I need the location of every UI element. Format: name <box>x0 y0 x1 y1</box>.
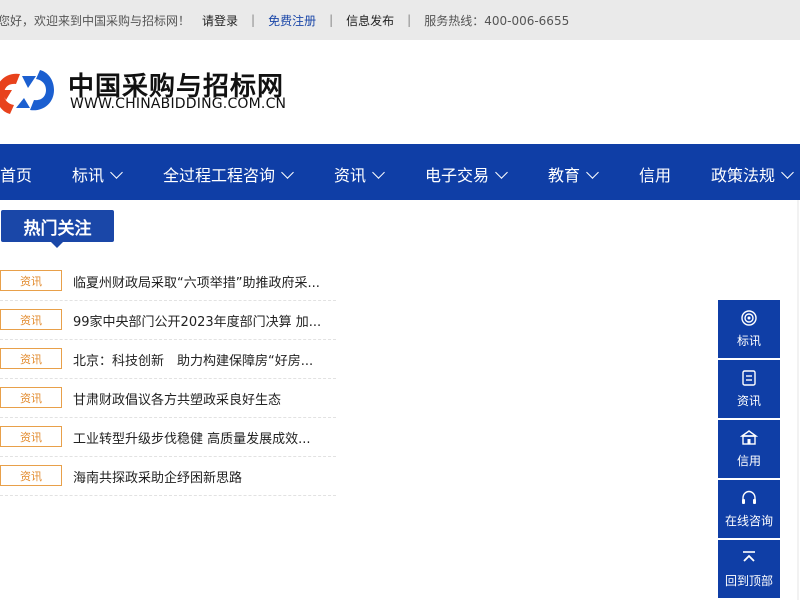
float-button-consult[interactable]: 在线咨询 <box>718 480 780 538</box>
category-badge: 资讯 <box>0 387 62 408</box>
category-badge: 资讯 <box>0 270 62 291</box>
list-item[interactable]: 资讯 海南共探政采助企纾困新思路 <box>0 457 336 496</box>
logo-mark-icon <box>0 70 54 114</box>
nav-item-label: 首页 <box>0 166 33 185</box>
news-title-link[interactable]: 临夏州财政局采取“六项举措”助推政府采... <box>73 272 335 291</box>
nav-item-consulting[interactable]: 全过程工程咨询 <box>163 162 294 186</box>
hotline-text: 服务热线：400-006-6655 <box>424 13 570 28</box>
nav-item-credit[interactable]: 信用 <box>639 162 671 186</box>
logo-title-en: WWW.CHINABIDDING.COM.CN <box>70 96 287 112</box>
nav-item-label: 资讯 <box>334 166 367 185</box>
news-title-link[interactable]: 北京：科技创新 助力构建保障房“好房... <box>73 350 335 369</box>
list-item[interactable]: 资讯 北京：科技创新 助力构建保障房“好房... <box>0 340 336 379</box>
site-logo[interactable]: 中国采购与招标网 WWW.CHINABIDDING.COM.CN <box>0 64 320 124</box>
chevron-down-icon <box>495 165 508 179</box>
nav-item-news[interactable]: 资讯 <box>334 162 385 186</box>
nav-item-label: 标讯 <box>72 166 105 185</box>
bank-icon <box>740 429 758 447</box>
main-nav: 首页 标讯 全过程工程咨询 资讯 电子交易 教育 信用 政策法规 <box>0 144 800 200</box>
hot-title-text: 热门关注 <box>23 218 92 239</box>
hot-news-list: 资讯 临夏州财政局采取“六项举措”助推政府采... 资讯 99家中央部门公开20… <box>0 262 336 496</box>
float-button-label: 标讯 <box>736 334 761 348</box>
nav-item-label: 政策法规 <box>711 166 776 185</box>
list-item[interactable]: 资讯 甘肃财政倡议各方共塑政采良好生态 <box>0 379 336 418</box>
to-top-icon <box>740 549 758 567</box>
news-title-link[interactable]: 甘肃财政倡议各方共塑政采良好生态 <box>73 389 335 408</box>
separator: | <box>329 13 334 27</box>
category-badge: 资讯 <box>0 348 62 369</box>
nav-item-home[interactable]: 首页 <box>0 162 32 186</box>
news-title-link[interactable]: 工业转型升级步伐稳健 高质量发展成效... <box>73 428 335 447</box>
news-title-link[interactable]: 99家中央部门公开2023年度部门决算 加... <box>73 311 335 330</box>
chevron-down-icon <box>781 165 794 179</box>
headset-icon <box>740 489 758 507</box>
publish-link[interactable]: 信息发布 <box>346 12 394 29</box>
nav-item-label: 电子交易 <box>425 166 490 185</box>
float-button-credit[interactable]: 信用 <box>718 420 780 478</box>
chevron-down-icon <box>372 165 385 179</box>
chevron-down-icon <box>586 165 599 179</box>
separator: | <box>407 13 412 27</box>
float-button-label: 信用 <box>736 454 761 468</box>
category-badge: 资讯 <box>0 426 62 447</box>
float-button-label: 回到顶部 <box>724 574 773 588</box>
list-item[interactable]: 资讯 99家中央部门公开2023年度部门决算 加... <box>0 301 336 340</box>
float-button-label: 在线咨询 <box>724 514 773 528</box>
title-pointer <box>51 242 63 248</box>
separator: | <box>251 13 256 27</box>
nav-item-policy[interactable]: 政策法规 <box>711 162 794 186</box>
nav-item-etrade[interactable]: 电子交易 <box>425 162 508 186</box>
list-item[interactable]: 资讯 临夏州财政局采取“六项举措”助推政府采... <box>0 262 336 301</box>
float-button-bids[interactable]: 标讯 <box>718 300 780 358</box>
float-button-news[interactable]: 资讯 <box>718 360 780 418</box>
login-link[interactable]: 请登录 <box>202 12 238 29</box>
category-badge: 资讯 <box>0 465 62 486</box>
list-item[interactable]: 资讯 工业转型升级步伐稳健 高质量发展成效... <box>0 418 336 457</box>
page-divider <box>797 200 799 600</box>
register-link[interactable]: 免费注册 <box>268 12 316 29</box>
hot-section-title: 热门关注 <box>1 210 114 248</box>
nav-item-label: 全过程工程咨询 <box>163 166 276 185</box>
target-icon <box>740 309 758 327</box>
chevron-down-icon <box>281 165 294 179</box>
top-bar: 您好，欢迎来到中国采购与招标网！ 请登录 | 免费注册 | 信息发布 | 服务热… <box>0 0 800 40</box>
back-to-top-button[interactable]: 回到顶部 <box>718 540 780 598</box>
float-button-label: 资讯 <box>736 394 761 408</box>
nav-item-education[interactable]: 教育 <box>548 162 599 186</box>
news-title-link[interactable]: 海南共探政采助企纾困新思路 <box>73 467 335 486</box>
chevron-down-icon <box>110 165 123 179</box>
nav-item-bids[interactable]: 标讯 <box>72 162 123 186</box>
nav-item-label: 信用 <box>639 166 672 185</box>
category-badge: 资讯 <box>0 309 62 330</box>
welcome-text: 您好，欢迎来到中国采购与招标网！ <box>0 13 191 28</box>
floating-sidebar: 标讯 资讯 信用 在线咨询 回到顶部 <box>718 300 780 600</box>
nav-item-label: 教育 <box>548 166 581 185</box>
document-icon <box>740 369 758 387</box>
